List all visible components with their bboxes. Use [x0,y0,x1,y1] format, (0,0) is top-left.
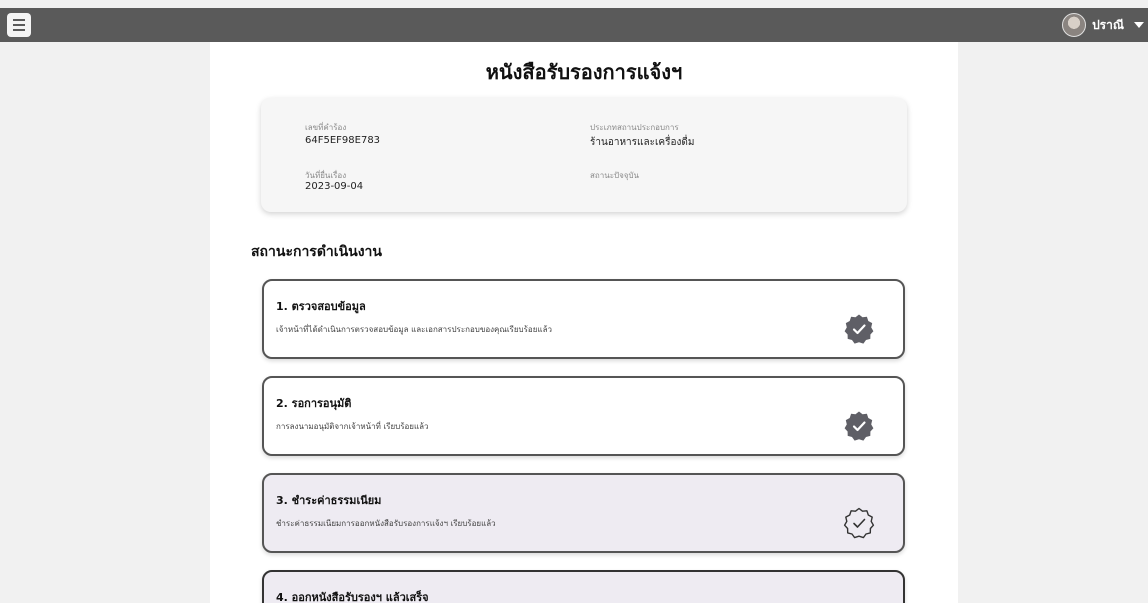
step-title: 4. ออกหนังสือรับรองฯ แล้วเสร็จ [276,591,429,603]
verified-badge-icon [844,411,874,441]
verified-badge-outline-icon [843,507,875,539]
step-description: ชำระค่าธรรมเนียมการออกหนังสือรับรองการแจ… [276,519,496,528]
request-no-value: 64F5EF98E783 [305,135,381,146]
chevron-down-icon [1134,22,1144,28]
step-title: 3. ชำระค่าธรรมเนียม [276,494,382,507]
step-description: การลงนามอนุมัติจากเจ้าหน้าที่ เรียบร้อยแ… [276,422,429,431]
current-status-label: สถานะปัจจุบัน [590,171,639,180]
step-title: 1. ตรวจสอบข้อมูล [276,300,366,313]
step-card: 3. ชำระค่าธรรมเนียม ชำระค่าธรรมเนียมการอ… [262,473,905,553]
menu-icon [13,19,25,21]
step-description: เจ้าหน้าที่ได้ดำเนินการตรวจสอบข้อมูล และ… [276,325,552,334]
section-title: สถานะการดำเนินงาน [251,244,382,260]
business-type-value: ร้านอาหารและเครื่องดื่ม [590,137,695,148]
main-content: หนังสือรับรองการแจ้งฯ เลขที่คำร้อง 64F5E… [210,42,958,603]
user-name: ปราณี [1092,17,1124,32]
hamburger-menu-button[interactable] [7,13,31,37]
request-no-label: เลขที่คำร้อง [305,123,347,132]
step-title: 2. รอการอนุมัติ [276,397,352,410]
step-card: 1. ตรวจสอบข้อมูล เจ้าหน้าที่ได้ดำเนินการ… [262,279,905,359]
submit-date-value: 2023-09-04 [305,181,364,192]
business-type-label: ประเภทสถานประกอบการ [590,123,679,132]
step-card: 4. ออกหนังสือรับรองฯ แล้วเสร็จ [262,570,905,603]
step-card: 2. รอการอนุมัติ การลงนามอนุมัติจากเจ้าหน… [262,376,905,456]
top-navbar: ปราณี [0,8,1148,42]
avatar [1062,13,1087,37]
user-menu[interactable]: ปราณี [1062,12,1144,38]
verified-badge-icon [844,314,874,344]
page-title: หนังสือรับรองการแจ้งฯ [485,60,683,84]
request-info-card: เลขที่คำร้อง 64F5EF98E783 ประเภทสถานประก… [261,98,907,212]
